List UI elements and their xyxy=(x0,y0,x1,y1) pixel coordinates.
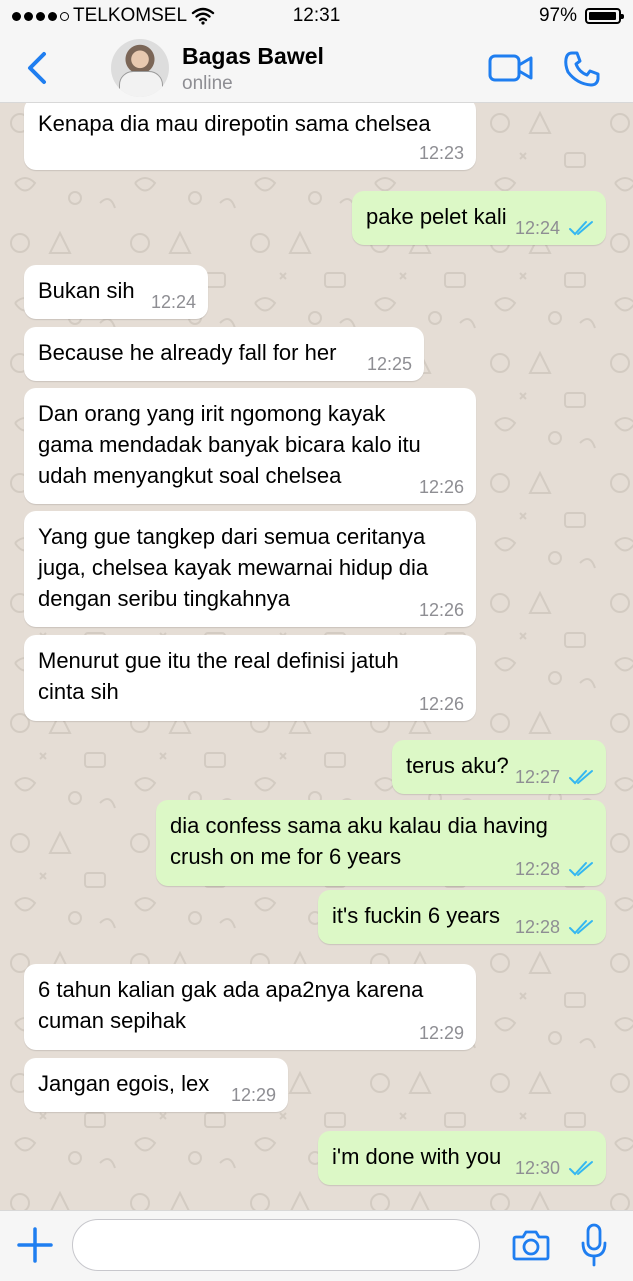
chevron-left-icon[interactable] xyxy=(20,48,54,88)
message-time: 12:24 xyxy=(150,292,196,312)
message-time: 12:30 xyxy=(514,1158,560,1178)
incoming-message[interactable]: 6 tahun kalian gak ada apa2nya karena cum… xyxy=(24,964,476,1050)
battery-icon xyxy=(585,8,624,24)
message-text: 6 tahun kalian gak ada apa2nya karena cum… xyxy=(38,977,424,1033)
read-receipt-icon xyxy=(569,770,593,785)
camera-icon[interactable] xyxy=(512,1228,550,1262)
message-time: 12:26 xyxy=(418,694,464,714)
chat-area[interactable]: Kenapa dia mau direpotin sama chelsea 12:… xyxy=(0,103,633,1210)
read-receipt-icon xyxy=(569,221,593,236)
message-text: Menurut gue itu the real definisi jatuh c… xyxy=(38,648,399,704)
message-time: 12:28 xyxy=(514,859,560,879)
message-input[interactable] xyxy=(72,1219,480,1271)
outgoing-message[interactable]: terus aku? 12:27 xyxy=(392,740,606,794)
message-text: Because he already fall for her xyxy=(38,340,337,365)
status-right: 97% xyxy=(538,5,624,27)
incoming-message[interactable]: Because he already fall for her 12:25 xyxy=(24,327,424,381)
message-time: 12:26 xyxy=(418,477,464,497)
chat-header: Bagas Bawel online xyxy=(0,34,633,103)
contact-status: online xyxy=(182,73,233,94)
read-receipt-icon xyxy=(569,862,593,877)
incoming-message[interactable]: Yang gue tangkep dari semua ceritanya jug… xyxy=(24,511,476,627)
incoming-message[interactable]: Dan orang yang irit ngomong kayak gama me… xyxy=(24,388,476,504)
incoming-message[interactable]: Kenapa dia mau direpotin sama chelsea 12:… xyxy=(24,103,476,170)
outgoing-message[interactable]: it's fuckin 6 years 12:28 xyxy=(318,890,606,944)
incoming-message[interactable]: Menurut gue itu the real definisi jatuh c… xyxy=(24,635,476,721)
contact-name[interactable]: Bagas Bawel xyxy=(182,43,324,70)
outgoing-message[interactable]: pake pelet kali 12:24 xyxy=(352,191,606,245)
outgoing-message[interactable]: i'm done with you 12:30 xyxy=(318,1131,606,1185)
message-time: 12:26 xyxy=(418,600,464,620)
message-text: Dan orang yang irit ngomong kayak gama me… xyxy=(38,401,421,488)
message-time: 12:27 xyxy=(514,767,560,787)
video-camera-icon[interactable] xyxy=(488,51,534,85)
message-text: Yang gue tangkep dari semua ceritanya jug… xyxy=(38,524,429,611)
message-time: 12:23 xyxy=(418,143,464,163)
status-bar: TELKOMSEL 12:31 97% xyxy=(0,0,633,34)
battery-percent: 97% xyxy=(538,5,577,26)
input-bar xyxy=(0,1210,633,1281)
outgoing-message[interactable]: dia confess sama aku kalau dia having cru… xyxy=(156,800,606,886)
message-time: 12:29 xyxy=(230,1085,276,1105)
phone-icon[interactable] xyxy=(563,50,601,88)
message-time: 12:25 xyxy=(366,354,412,374)
read-receipt-icon xyxy=(569,1161,593,1176)
message-text: Kenapa dia mau direpotin sama chelsea xyxy=(38,111,431,136)
avatar[interactable] xyxy=(111,39,169,97)
message-text: terus aku? xyxy=(406,753,509,778)
message-time: 12:29 xyxy=(418,1023,464,1043)
microphone-icon[interactable] xyxy=(580,1223,608,1267)
message-time: 12:28 xyxy=(514,917,560,937)
incoming-message[interactable]: Jangan egois, lex 12:29 xyxy=(24,1058,288,1112)
incoming-message[interactable]: Bukan sih 12:24 xyxy=(24,265,208,319)
message-time: 12:24 xyxy=(514,218,560,238)
plus-icon[interactable] xyxy=(16,1226,54,1264)
read-receipt-icon xyxy=(569,920,593,935)
